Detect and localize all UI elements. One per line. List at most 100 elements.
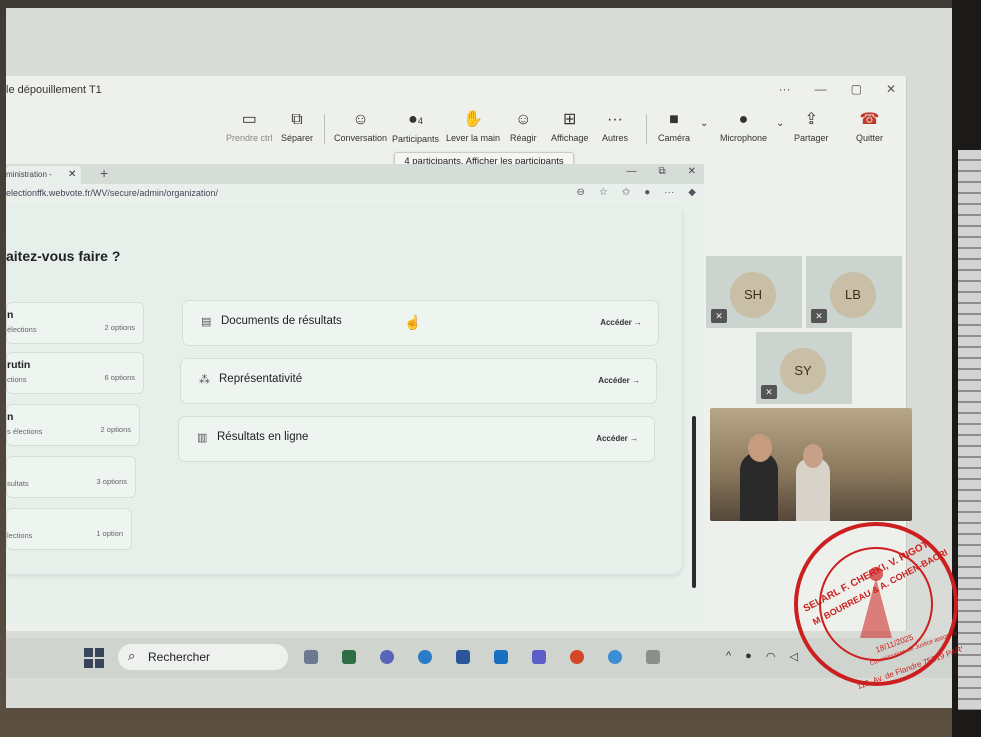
share-button[interactable]: ⇪ Partager	[794, 110, 829, 143]
leave-button[interactable]: ☎ Quitter	[856, 110, 883, 143]
browser-minimize-button[interactable]: —	[626, 166, 636, 177]
person-head	[748, 434, 772, 462]
camera-button[interactable]: ■ Caméra	[658, 110, 690, 143]
browser-tab[interactable]: ministration - ✕	[6, 166, 81, 184]
start-button[interactable]	[84, 648, 104, 668]
online-results-card[interactable]: ▥ Résultats en ligne Accéder →	[178, 416, 655, 462]
window-controls: ··· — ▢ ✕	[779, 82, 896, 96]
take-control-icon: ▭	[241, 111, 257, 128]
participant-tile[interactable]: SH ✕	[706, 256, 802, 328]
muted-icon: ✕	[811, 309, 827, 323]
browser-close-button[interactable]: ✕	[688, 166, 696, 177]
muted-icon: ✕	[761, 385, 777, 399]
avatar: SH	[730, 272, 776, 318]
camera-icon: ■	[669, 111, 679, 128]
camera-options-chevron[interactable]: ⌄	[700, 118, 708, 129]
bar-chart-icon: ▥	[197, 432, 208, 444]
chrome-icon[interactable]	[418, 650, 432, 664]
minimize-button[interactable]: —	[815, 82, 827, 96]
reader-icon[interactable]: ⊖	[577, 187, 585, 198]
word-icon[interactable]	[456, 650, 470, 664]
new-tab-button[interactable]: +	[100, 165, 108, 181]
react-button[interactable]: ☺ Réagir	[510, 110, 537, 143]
take-control-button[interactable]: ▭ Prendre ctrl	[226, 110, 273, 143]
taskbar-search[interactable]: ⌕ Rechercher	[118, 644, 288, 670]
document-icon: ▤	[201, 316, 212, 328]
share-icon: ⇪	[804, 111, 818, 128]
left-option-card[interactable]: lections 1 option	[6, 508, 132, 550]
outlook-icon[interactable]	[494, 650, 508, 664]
microphone-options-chevron[interactable]: ⌄	[776, 118, 784, 129]
file-explorer-icon[interactable]	[304, 650, 318, 664]
avatar: SY	[780, 348, 826, 394]
address-bar-row: electionffk.webvote.fr/WV/secure/admin/o…	[6, 184, 704, 206]
address-bar-icons: ⊖ ☆ ✩ ● ··· ◆	[577, 187, 697, 198]
shared-browser-window: ministration - ✕ + — ⧉ ✕ electionffk.web…	[6, 164, 704, 624]
browser-window-controls: — ⧉ ✕	[626, 166, 696, 177]
search-icon: ⌕	[128, 648, 136, 663]
admin-page-content: aitez-vous faire ? n élections 2 options…	[6, 208, 682, 574]
left-option-card[interactable]: sultats 3 options	[6, 456, 136, 498]
left-option-card[interactable]: n s élections 2 options	[6, 404, 140, 446]
seal-graphic: SELARL F. CHERKI, V. RIGOT M. BOURREAU &…	[794, 522, 970, 691]
teams-icon[interactable]	[380, 650, 394, 664]
extension-icon[interactable]: ◆	[688, 187, 696, 198]
browser-restore-button[interactable]: ⧉	[658, 166, 665, 177]
favorites-icon[interactable]: ✩	[622, 187, 630, 198]
access-link[interactable]: Accéder →	[596, 434, 638, 443]
access-link[interactable]: Accéder →	[598, 376, 640, 385]
more-actions-button[interactable]: ··· Autres	[602, 110, 628, 143]
chat-icon: ☺	[352, 111, 369, 128]
app-icon[interactable]	[570, 650, 584, 664]
pop-out-button[interactable]: ⧉ Séparer	[281, 110, 313, 143]
representativity-card[interactable]: ⁂ Représentativité Accéder →	[180, 358, 657, 404]
participant-tile[interactable]: SY ✕	[756, 332, 852, 404]
person-silhouette	[740, 452, 778, 521]
toolbar-divider	[324, 114, 325, 144]
smiley-icon: ☺	[515, 111, 532, 128]
profile-icon[interactable]: ●	[644, 187, 650, 198]
raise-hand-button[interactable]: ✋ Lever la main	[446, 110, 500, 143]
toolbar-divider	[646, 114, 647, 144]
app-icon[interactable]	[646, 650, 660, 664]
edge-icon[interactable]	[608, 650, 622, 664]
grid-icon: ⊞	[562, 111, 577, 128]
system-tray: ^ ● ◠ ◁	[726, 650, 798, 663]
participants-button[interactable]: ●4 Participants	[392, 110, 439, 144]
left-option-card[interactable]: n élections 2 options	[6, 302, 144, 344]
microphone-icon[interactable]: ●	[745, 650, 752, 663]
teams-work-icon[interactable]	[532, 650, 546, 664]
meeting-toolbar: ▭ Prendre ctrl ⧉ Séparer ☺ Conversation …	[6, 104, 906, 154]
favorite-star-icon[interactable]: ☆	[599, 187, 608, 198]
wifi-icon[interactable]: ◠	[766, 650, 776, 663]
more-icon[interactable]: ···	[664, 187, 674, 198]
tab-strip: ministration - ✕ + — ⧉ ✕	[6, 164, 704, 184]
more-icon[interactable]: ···	[779, 82, 791, 96]
tab-close-icon[interactable]: ✕	[68, 166, 76, 184]
left-option-card[interactable]: rutin ctions 6 options	[6, 352, 144, 394]
view-button[interactable]: ⊞ Affichage	[551, 110, 588, 143]
panel-scrollbar[interactable]	[692, 416, 696, 588]
bailiff-seal: SELARL F. CHERKI, V. RIGOT M. BOURREAU &…	[790, 518, 970, 691]
tab-label: ministration -	[6, 170, 52, 179]
chevron-up-icon[interactable]: ^	[726, 650, 731, 663]
person-head	[803, 444, 823, 468]
page-heading: aitez-vous faire ?	[6, 248, 121, 264]
participant-tile[interactable]: LB ✕	[806, 256, 902, 328]
muted-icon: ✕	[711, 309, 727, 323]
mouse-cursor-icon: ☝	[404, 314, 422, 330]
seal-line1: SELARL F. CHERKI, V. RIGOT	[802, 539, 931, 614]
pop-out-icon: ⧉	[291, 111, 303, 128]
window-title: le dépouillement T1	[6, 84, 102, 96]
participants-icon: ●4	[408, 111, 423, 128]
title-bar: le dépouillement T1 ··· — ▢ ✕	[6, 76, 906, 104]
address-bar[interactable]: electionffk.webvote.fr/WV/secure/admin/o…	[6, 188, 218, 198]
access-link[interactable]: Accéder →	[600, 318, 642, 327]
close-button[interactable]: ✕	[886, 82, 896, 96]
chat-button[interactable]: ☺ Conversation	[334, 110, 387, 143]
camera-feed[interactable]	[710, 408, 912, 521]
excel-icon[interactable]	[342, 650, 356, 664]
maximize-button[interactable]: ▢	[851, 82, 862, 96]
microphone-icon: ●	[738, 111, 749, 128]
microphone-button[interactable]: ● Microphone	[720, 110, 767, 143]
